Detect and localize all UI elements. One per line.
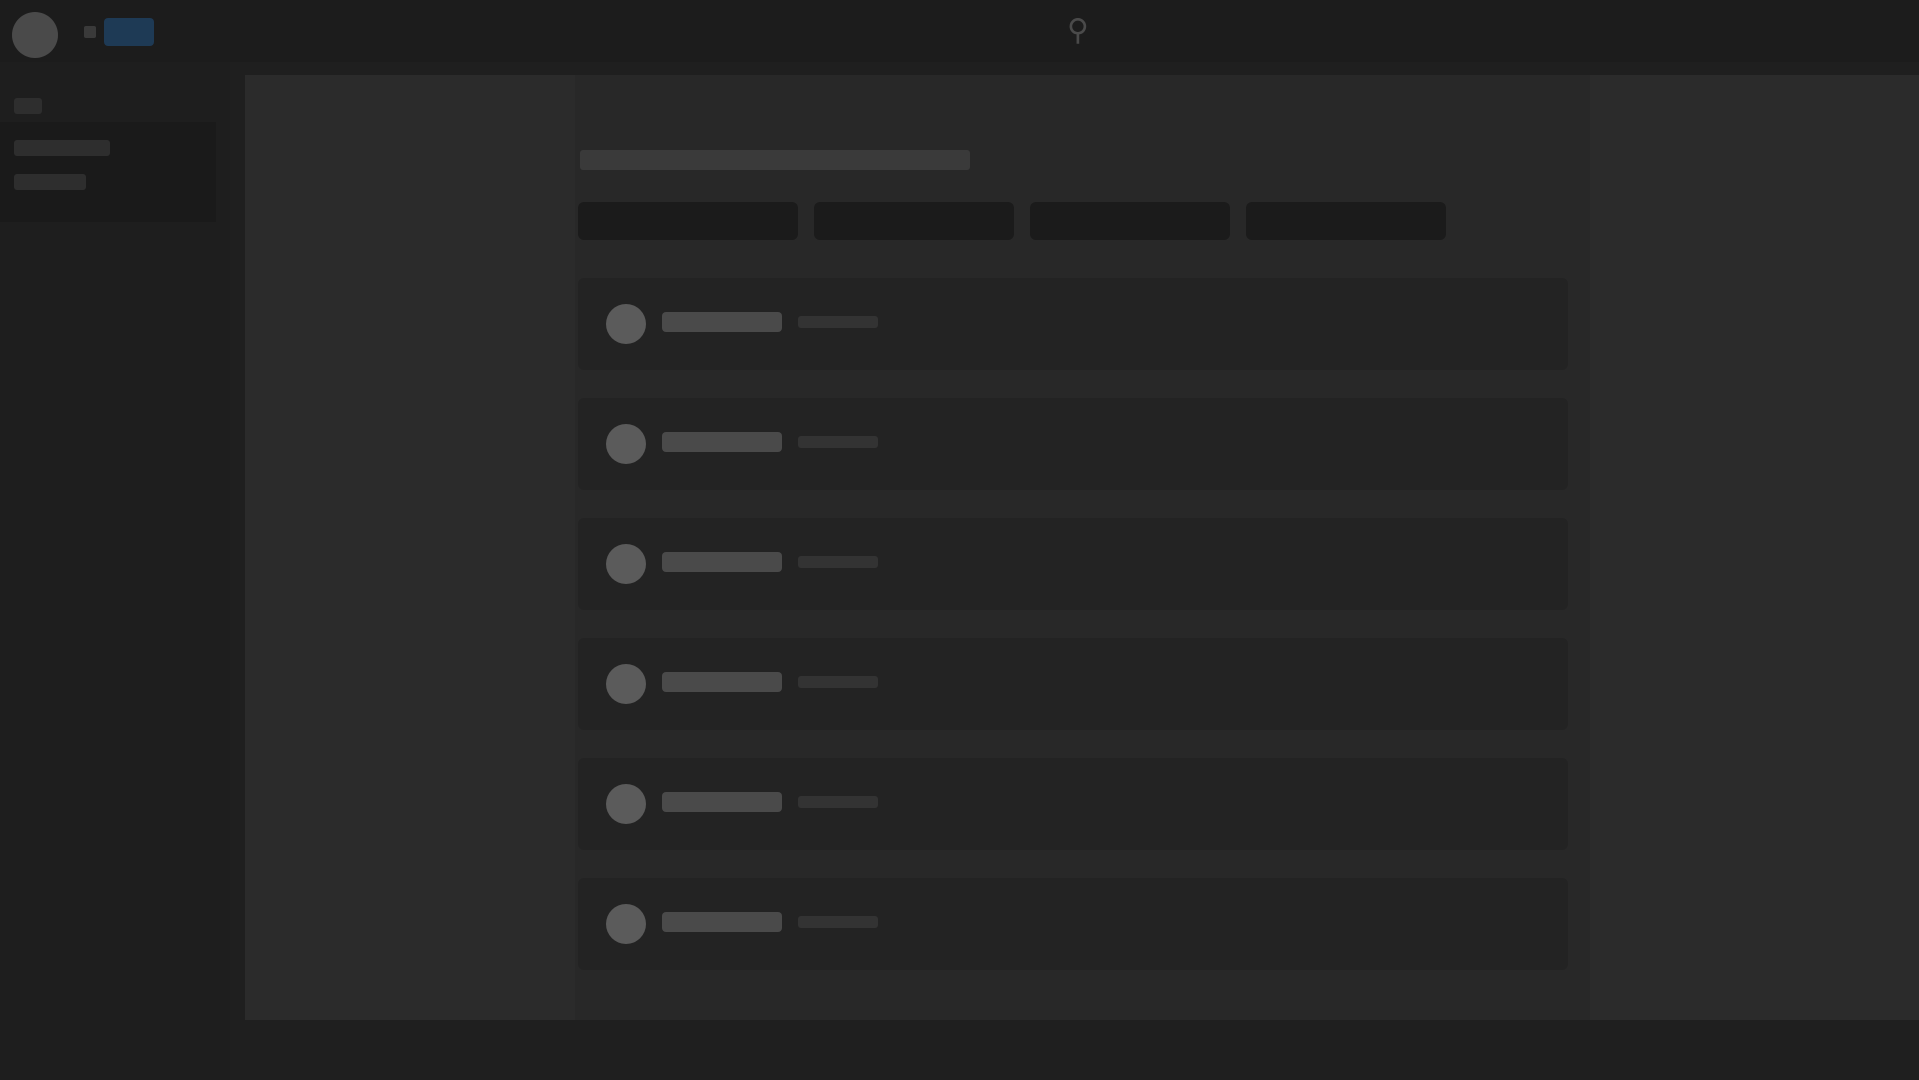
avatar xyxy=(606,424,646,464)
list-item-name xyxy=(662,432,782,452)
list-item-meta xyxy=(798,796,878,808)
list-item[interactable] xyxy=(578,278,1568,370)
sidebar-item-2[interactable] xyxy=(14,140,110,156)
list-item-meta xyxy=(798,556,878,568)
tab-2[interactable] xyxy=(814,202,1014,240)
item-list xyxy=(578,278,1568,998)
sidebar-item-1[interactable] xyxy=(14,98,42,114)
list-item[interactable] xyxy=(578,518,1568,610)
tab-bar xyxy=(578,202,1446,240)
list-item[interactable] xyxy=(578,638,1568,730)
avatar xyxy=(606,784,646,824)
tab-4[interactable] xyxy=(1246,202,1446,240)
list-item-name xyxy=(662,912,782,932)
list-item-name xyxy=(662,312,782,332)
app-logo-icon[interactable] xyxy=(12,12,58,58)
sidebar-item-3[interactable] xyxy=(14,174,86,190)
search-icon[interactable]: ⚲ xyxy=(1052,4,1104,56)
accent-badge[interactable] xyxy=(104,18,154,46)
bottom-strip xyxy=(230,1020,1919,1080)
list-item-meta xyxy=(798,916,878,928)
sidebar xyxy=(0,62,230,1080)
list-item-name xyxy=(662,552,782,572)
list-item-meta xyxy=(798,436,878,448)
list-item[interactable] xyxy=(578,758,1568,850)
avatar xyxy=(606,544,646,584)
menu-icon[interactable] xyxy=(84,26,96,38)
top-bar: ⚲ xyxy=(0,0,1919,62)
list-item[interactable] xyxy=(578,398,1568,490)
list-item-meta xyxy=(798,676,878,688)
page-subtitle xyxy=(580,150,970,170)
avatar xyxy=(606,664,646,704)
avatar xyxy=(606,304,646,344)
list-item[interactable] xyxy=(578,878,1568,970)
list-item-meta xyxy=(798,316,878,328)
tab-1[interactable] xyxy=(578,202,798,240)
list-item-name xyxy=(662,672,782,692)
tab-3[interactable] xyxy=(1030,202,1230,240)
app-window: ⚲ xyxy=(0,0,1919,1080)
avatar xyxy=(606,904,646,944)
sidebar-active-group xyxy=(0,122,216,222)
list-item-name xyxy=(662,792,782,812)
